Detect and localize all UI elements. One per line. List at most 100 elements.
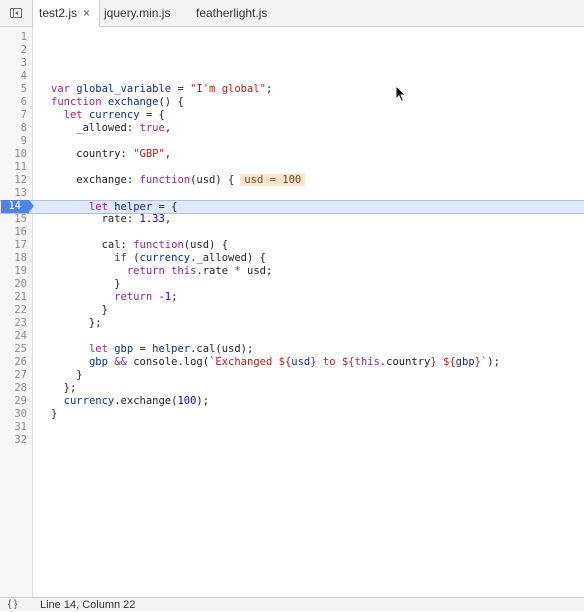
code-line[interactable]: 23 };	[0, 317, 584, 330]
line-number[interactable]: 20	[0, 278, 27, 291]
line-number[interactable]: 27	[0, 369, 27, 382]
line-number[interactable]: 19	[0, 265, 27, 278]
navigator-toggle-button[interactable]	[0, 0, 33, 26]
code-text: exchange: function(usd) {usd = 100	[51, 174, 306, 187]
code-line[interactable]: 19 return this.rate * usd;	[0, 265, 584, 278]
code-token: true	[139, 122, 165, 134]
code-line[interactable]: 10 country: "GBP",	[0, 148, 584, 161]
line-number[interactable]: 7	[0, 109, 27, 122]
code-line[interactable]: 22 }	[0, 304, 584, 317]
line-number[interactable]: 31	[0, 421, 27, 434]
line-number[interactable]: 12	[0, 174, 27, 187]
code-text: let gbp = helper.cal(usd);	[51, 343, 253, 356]
pretty-print-icon[interactable]: { }	[8, 598, 17, 612]
code-text: rate: 1.33,	[51, 213, 172, 226]
code-token: currency	[139, 252, 191, 264]
code-line[interactable]: 9	[0, 135, 584, 148]
line-number[interactable]: 15	[0, 213, 27, 226]
line-number[interactable]: 8	[0, 122, 27, 135]
line-number[interactable]: 2	[0, 44, 27, 57]
code-token: function	[133, 239, 184, 251]
code-line[interactable]: 26 gbp && console.log(`Exchanged ${usd} …	[0, 356, 584, 369]
line-number[interactable]: 32	[0, 434, 27, 447]
code-line[interactable]: 21 return -1;	[0, 291, 584, 304]
line-number[interactable]: 18	[0, 252, 27, 265]
code-text: currency.exchange(100);	[51, 395, 209, 408]
code-line[interactable]: 32	[0, 434, 584, 447]
code-token: 100	[177, 395, 197, 407]
code-token: .rate	[196, 265, 235, 277]
breakpoint-marker[interactable]: 14	[1, 200, 34, 213]
code-line[interactable]: 2	[0, 44, 584, 57]
tab-jquery-min-js[interactable]: jquery.min.js	[104, 0, 170, 27]
code-line[interactable]: 3	[0, 57, 584, 70]
code-line[interactable]: 30}	[0, 408, 584, 421]
line-number[interactable]: 28	[0, 382, 27, 395]
line-number[interactable]: 22	[0, 304, 27, 317]
code-line[interactable]: 17 cal: function(usd) {	[0, 239, 584, 252]
code-token: .country	[379, 356, 431, 368]
code-token: ,	[164, 213, 172, 225]
line-number[interactable]: 29	[0, 395, 27, 408]
code-token: return this	[126, 265, 197, 277]
code-token: exchange:	[51, 174, 140, 186]
code-line[interactable]: 12 exchange: function(usd) {usd = 100	[0, 174, 584, 187]
code-text: cal: function(usd) {	[51, 239, 228, 252]
code-token: `Exchanged ${	[209, 356, 292, 368]
code-line[interactable]: 1	[0, 31, 584, 44]
code-line[interactable]: 5 var global_variable = "I'm global";	[0, 83, 584, 96]
code-line[interactable]: 13	[0, 187, 584, 200]
code-token: (usd) {	[190, 174, 235, 186]
code-line[interactable]: 31	[0, 421, 584, 434]
code-line[interactable]: 7 let currency = {	[0, 109, 584, 122]
tab-test2-js[interactable]: test2.js ×	[33, 0, 100, 27]
code-text: return this.rate * usd;	[51, 265, 272, 278]
code-line[interactable]: 28 };	[0, 382, 584, 395]
code-line[interactable]: 11	[0, 161, 584, 174]
line-number[interactable]: 16	[0, 226, 27, 239]
line-number[interactable]: 17	[0, 239, 27, 252]
line-number[interactable]: 25	[0, 343, 27, 356]
code-text: gbp && console.log(`Exchanged ${usd} to …	[51, 356, 500, 369]
code-token: } to ${	[310, 356, 355, 368]
code-line[interactable]: 14 let helper = {	[0, 200, 584, 214]
line-number[interactable]: 10	[0, 148, 27, 161]
code-line[interactable]: 18 if (currency._allowed) {	[0, 252, 584, 265]
code-editor[interactable]: 1 2 3 4 5 var global_variable = "I'm global";…	[0, 27, 584, 597]
line-number[interactable]: 11	[0, 161, 27, 174]
code-line[interactable]: 16	[0, 226, 584, 239]
close-icon[interactable]: ×	[83, 0, 90, 26]
line-number[interactable]: 30	[0, 408, 27, 421]
line-number[interactable]: 9	[0, 135, 27, 148]
code-token: ,	[164, 148, 172, 160]
code-text: if (currency._allowed) {	[51, 252, 266, 265]
line-number[interactable]: 6	[0, 96, 27, 109]
code-token: console.log(	[126, 356, 210, 368]
line-number[interactable]: 13	[0, 187, 27, 200]
code-line[interactable]: 6 function exchange() {	[0, 96, 584, 109]
code-token: } ${	[430, 356, 456, 368]
code-token: cal:	[51, 239, 134, 251]
code-line[interactable]: 29 currency.exchange(100);	[0, 395, 584, 408]
line-number[interactable]: 21	[0, 291, 27, 304]
tab-featherlight-js[interactable]: featherlight.js	[196, 0, 267, 27]
code-text: function exchange() {	[51, 96, 184, 109]
code-token: = {	[152, 201, 178, 213]
line-number[interactable]: 5	[0, 83, 27, 96]
line-number[interactable]: 3	[0, 57, 27, 70]
code-line[interactable]: 24	[0, 330, 584, 343]
line-number[interactable]: 26	[0, 356, 27, 369]
code-line[interactable]: 20 }	[0, 278, 584, 291]
line-number[interactable]: 4	[0, 70, 27, 83]
code-line[interactable]: 27 }	[0, 369, 584, 382]
code-line[interactable]: 4	[0, 70, 584, 83]
line-number[interactable]: 24	[0, 330, 27, 343]
code-token: return	[114, 291, 159, 303]
code-line[interactable]: 8 _allowed: true,	[0, 122, 584, 135]
line-number[interactable]: 23	[0, 317, 27, 330]
code-line[interactable]: 25 let gbp = helper.cal(usd);	[0, 343, 584, 356]
line-number[interactable]: 1	[0, 31, 27, 44]
code-line[interactable]: 15 rate: 1.33,	[0, 213, 584, 226]
